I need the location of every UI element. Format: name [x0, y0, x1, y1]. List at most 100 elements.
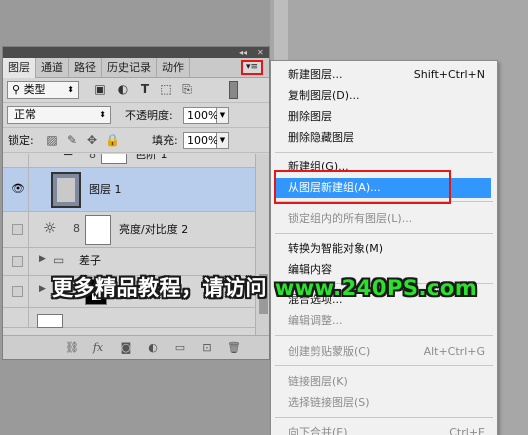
tab-paths[interactable]: 路径 [69, 58, 102, 78]
tab-actions[interactable]: 动作 [157, 58, 190, 78]
layer-name[interactable]: 图层 1 [89, 183, 122, 197]
panel-bottom-bar: ⛓ fx ◙ ◐ ▭ ⊡ 🗑 [3, 335, 269, 359]
menu-item-label: 选择链接图层(S) [288, 396, 370, 409]
blend-mode-value: 正常 [14, 108, 36, 121]
menu-item-label: 向下合并(E) [288, 426, 348, 435]
levels-icon: ▬ [63, 154, 73, 159]
layer-mask-thumbnail [101, 154, 127, 164]
fill-input[interactable]: 100% [183, 132, 218, 149]
visibility-cell[interactable] [3, 212, 29, 247]
lock-pixels-icon[interactable]: ✎ [65, 133, 79, 147]
menu-item-label: 新建图层... [288, 68, 343, 81]
menu-item-convert-to-smart-object[interactable]: 转换为智能对象(M) [271, 239, 497, 259]
menu-item-select-linked-layers[interactable]: 选择链接图层(S) [271, 393, 497, 413]
menu-item-link-layers[interactable]: 链接图层(K) [271, 372, 497, 392]
menu-item-label: 转换为智能对象(M) [288, 242, 384, 255]
lock-label: 锁定: [8, 134, 34, 147]
menu-separator [275, 417, 493, 418]
group-name[interactable]: 差子 [79, 254, 101, 268]
thumbnail-content [57, 178, 75, 202]
layer-name[interactable]: 色阶 1 [135, 154, 168, 162]
menu-item-lock-all-layers-in-group[interactable]: 锁定组内的所有图层(L)... [271, 209, 497, 229]
layer-style-icon[interactable]: fx [91, 341, 105, 355]
visibility-toggle[interactable] [12, 256, 23, 267]
layer-thumbnail [51, 172, 81, 208]
opacity-label: 不透明度: [125, 109, 173, 122]
layer-row[interactable]: ☼ 8 亮度/对比度 2 [3, 212, 255, 248]
menu-item-label: 锁定组内的所有图层(L)... [288, 212, 413, 225]
menu-item-label: 复制图层(D)... [288, 89, 360, 102]
menu-item-edit-adjustment[interactable]: 编辑调整... [271, 311, 497, 331]
expand-arrow-icon[interactable]: ▶ [39, 254, 46, 264]
new-layer-icon[interactable]: ⊡ [200, 341, 214, 355]
tab-history[interactable]: 历史记录 [102, 58, 157, 78]
lock-transparency-icon[interactable]: ▨ [45, 133, 59, 147]
visibility-toggle[interactable] [12, 224, 23, 235]
tab-channels[interactable]: 通道 [36, 58, 69, 78]
menu-separator [275, 335, 493, 336]
visibility-cell[interactable] [3, 276, 29, 307]
blend-mode-select[interactable]: 正常 ⬍ [7, 106, 111, 124]
filter-row: ⚲ 类型 ⬍ ▣ ◐ T ⬚ ⎘ [3, 78, 269, 103]
layer-row-selected[interactable]: 👁 图层 1 [3, 168, 255, 212]
delete-layer-icon[interactable]: 🗑 [227, 341, 241, 355]
watermark-url: www.240PS.com [274, 276, 478, 300]
opacity-input[interactable]: 100% [183, 107, 218, 124]
layer-mask-thumbnail [85, 215, 111, 245]
fill-label: 填充: [152, 134, 178, 147]
panel-menu-button[interactable]: ▾≡ [241, 60, 263, 75]
menu-item-new-layer[interactable]: 新建图层... Shift+Ctrl+N [271, 65, 497, 85]
new-group-icon[interactable]: ▭ [173, 341, 187, 355]
opacity-dropdown-icon[interactable]: ▼ [217, 107, 229, 124]
menu-item-label: 删除隐藏图层 [288, 131, 354, 144]
menu-separator [275, 152, 493, 153]
new-adjustment-icon[interactable]: ◐ [146, 341, 160, 355]
link-layers-icon[interactable]: ⛓ [65, 341, 79, 355]
link-icon: 8 [73, 222, 80, 235]
menu-item-shortcut: Alt+Ctrl+G [423, 345, 485, 358]
menu-item-shortcut: Ctrl+E [449, 426, 485, 435]
layers-panel-menu: 新建图层... Shift+Ctrl+N 复制图层(D)... 删除图层 删除隐… [270, 60, 498, 435]
visibility-toggle[interactable] [12, 286, 23, 297]
visibility-cell[interactable] [3, 154, 29, 167]
shape-filter-icon[interactable]: ⬚ [159, 82, 173, 96]
brightness-contrast-icon: ☼ [43, 219, 57, 237]
layer-name[interactable]: 亮度/对比度 2 [119, 223, 188, 237]
pixel-filter-icon[interactable]: ▣ [93, 82, 107, 96]
menu-item-delete-hidden-layers[interactable]: 删除隐藏图层 [271, 128, 497, 148]
add-mask-icon[interactable]: ◙ [119, 341, 133, 355]
filter-toggle[interactable] [229, 81, 238, 99]
fill-dropdown-icon[interactable]: ▼ [217, 132, 229, 149]
blend-row: 正常 ⬍ 不透明度: 100% ▼ [3, 103, 269, 128]
close-icon[interactable]: ✕ [257, 47, 264, 58]
adjustment-filter-icon[interactable]: ◐ [116, 82, 130, 96]
layer-row[interactable] [3, 308, 255, 328]
type-filter-icon[interactable]: T [138, 82, 152, 96]
layer-row[interactable]: ▬ 8 色阶 1 [3, 154, 255, 168]
expand-arrow-icon[interactable]: ▶ [39, 284, 46, 294]
menu-item-duplicate-layer[interactable]: 复制图层(D)... [271, 86, 497, 106]
smart-object-filter-icon[interactable]: ⎘ [180, 82, 194, 96]
filter-kind-value: 类型 [23, 83, 46, 96]
menu-separator [275, 365, 493, 366]
lock-row: 锁定: ▨ ✎ ✥ 🔒 填充: 100% ▼ [3, 128, 269, 153]
tab-layers[interactable]: 图层 [3, 58, 36, 78]
visibility-cell[interactable] [3, 248, 29, 275]
layer-list-scrollbar[interactable] [255, 154, 269, 337]
layer-thumbnail [37, 314, 63, 328]
menu-item-create-clipping-mask[interactable]: 创建剪贴蒙版(C) Alt+Ctrl+G [271, 342, 497, 362]
annotation-highlight-box [274, 170, 451, 204]
menu-item-label: 链接图层(K) [288, 375, 348, 388]
menu-item-merge-down[interactable]: 向下合并(E) Ctrl+E [271, 423, 497, 435]
eye-icon[interactable]: 👁 [11, 183, 25, 195]
visibility-cell[interactable]: 👁 [3, 168, 29, 211]
collapse-icon[interactable]: ◂◂ [239, 47, 247, 58]
filter-kind-select[interactable]: ⚲ 类型 ⬍ [7, 81, 79, 99]
lock-all-icon[interactable]: 🔒 [105, 133, 120, 147]
lock-position-icon[interactable]: ✥ [85, 133, 99, 147]
menu-item-shortcut: Shift+Ctrl+N [413, 68, 485, 81]
visibility-cell[interactable] [3, 308, 29, 327]
menu-item-delete-layer[interactable]: 删除图层 [271, 107, 497, 127]
panel-title-bar[interactable]: ◂◂ ✕ [3, 47, 269, 58]
menu-item-label: 编辑调整... [288, 314, 343, 327]
